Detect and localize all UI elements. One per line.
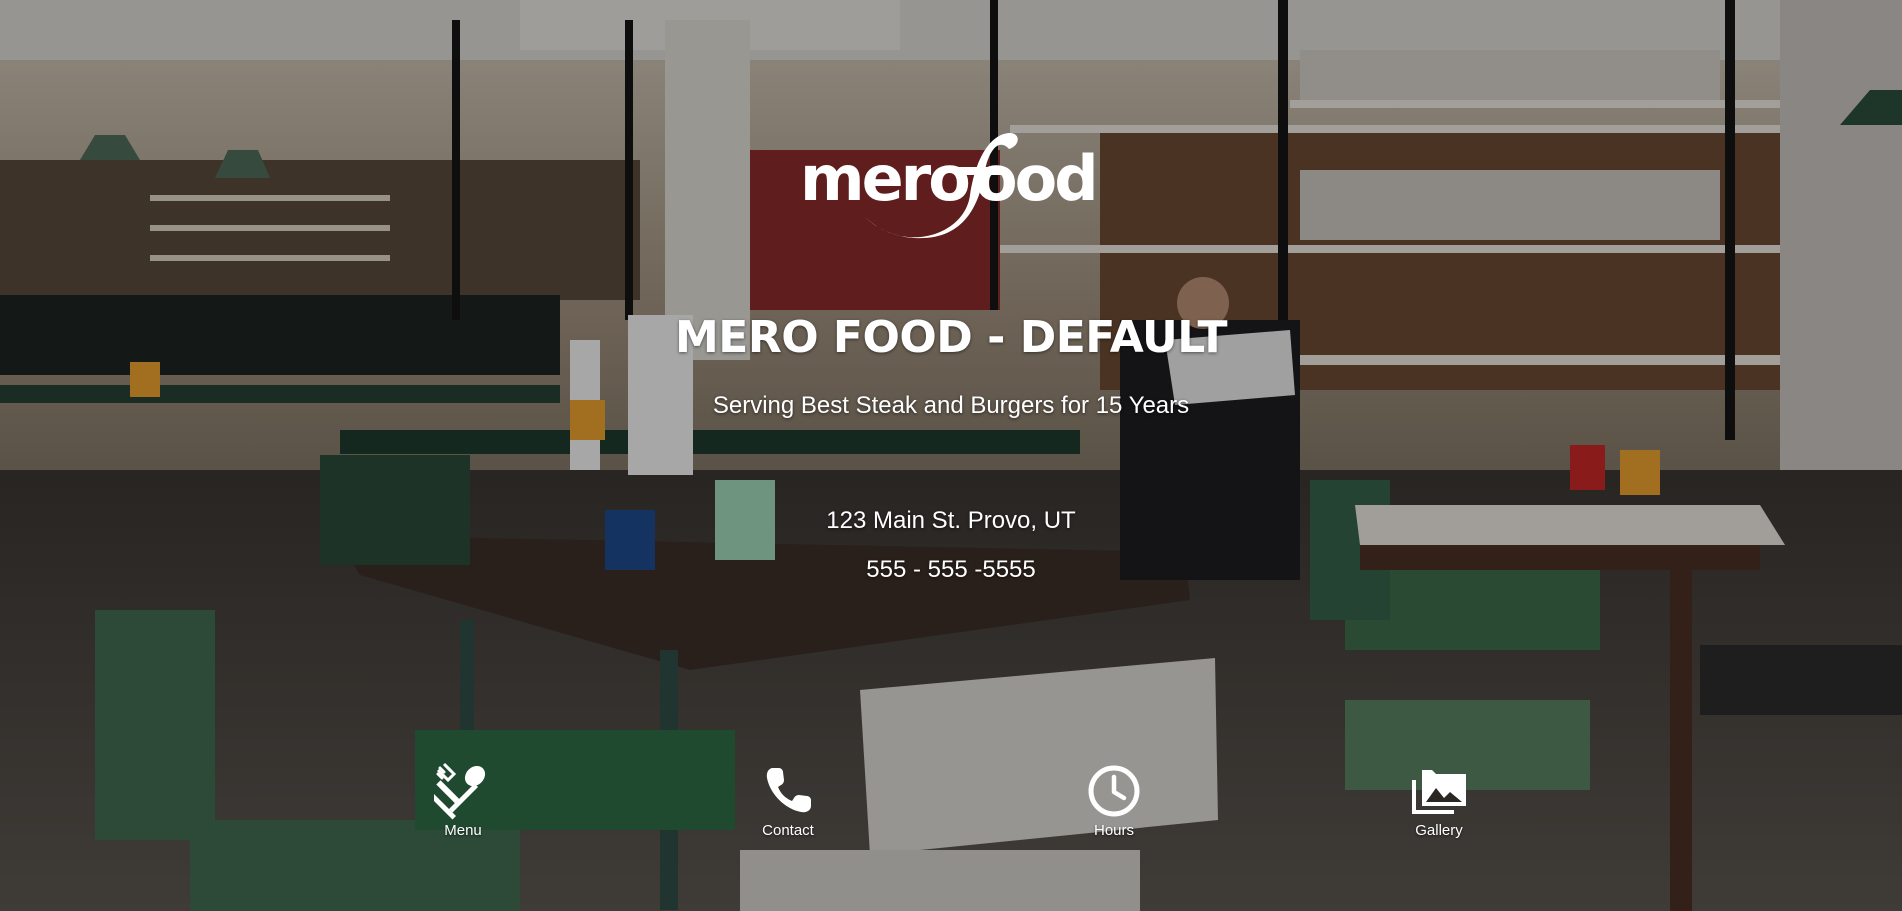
logo-wordmark: meroFood: [795, 143, 1128, 216]
nav-gallery-button[interactable]: Gallery: [1379, 762, 1499, 839]
phone-icon: [766, 768, 811, 813]
fork-spoon-icon: [434, 762, 486, 820]
hero-section: meroFood mero ood MERO FOOD - DEFAULT Se…: [0, 0, 1902, 911]
nav-hours-label: Hours: [1093, 822, 1134, 839]
nav-gallery-label: Gallery: [1415, 822, 1463, 839]
phone-number[interactable]: 555 - 555 -5555: [0, 556, 1902, 584]
merofood-logo[interactable]: meroFood mero ood: [795, 125, 1105, 245]
nav-menu-button[interactable]: Menu: [403, 762, 523, 839]
address-text: 123 Main St. Provo, UT: [826, 507, 1076, 534]
page-title: MERO FOOD - DEFAULT: [674, 312, 1228, 363]
hero-content: meroFood mero ood MERO FOOD - DEFAULT Se…: [0, 0, 1902, 911]
nav-hours-button[interactable]: Hours: [1054, 762, 1174, 839]
clock-icon: [1088, 765, 1140, 817]
nav-contact-button[interactable]: Contact: [728, 762, 848, 839]
nav-menu-label: Menu: [444, 822, 482, 839]
tagline: Serving Best Steak and Burgers for 15 Ye…: [712, 392, 1190, 419]
nav-contact-label: Contact: [762, 822, 814, 839]
gallery-icon: [1412, 770, 1466, 814]
